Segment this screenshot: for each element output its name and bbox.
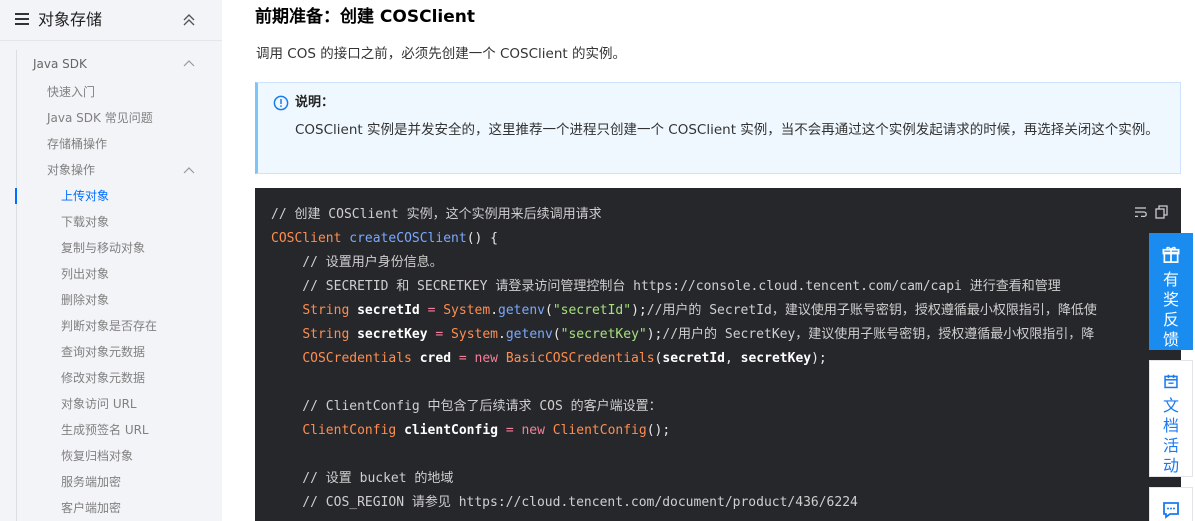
sidebar-item-faq[interactable]: Java SDK 常见问题 bbox=[47, 110, 153, 126]
sidebar-item-java-sdk[interactable]: Java SDK bbox=[33, 56, 87, 72]
code-line: String secretId = System.getenv("secretI… bbox=[302, 303, 1097, 318]
sidebar-item-server-encryption[interactable]: 服务端加密 bbox=[61, 474, 121, 490]
code-toolbar bbox=[1135, 205, 1168, 219]
gift-icon bbox=[1162, 246, 1180, 263]
note-body: COSClient 实例是并发安全的，这里推荐一个进程只创建一个 COSClie… bbox=[295, 122, 1159, 138]
sidebar-item-object-url[interactable]: 对象访问 URL bbox=[61, 396, 137, 412]
chat-icon bbox=[1163, 502, 1179, 519]
sidebar-item-modify-metadata[interactable]: 修改对象元数据 bbox=[61, 370, 145, 386]
code-line: String secretKey = System.getenv("secret… bbox=[302, 327, 1095, 342]
copy-icon[interactable] bbox=[1155, 205, 1168, 219]
tree-guide-line bbox=[16, 50, 17, 521]
sidebar-item-list-objects[interactable]: 列出对象 bbox=[61, 266, 109, 282]
sidebar-item-copy-move[interactable]: 复制与移动对象 bbox=[61, 240, 145, 256]
main-content: 前期准备：创建 COSClient 调用 COS 的接口之前，必须先创建一个 C… bbox=[222, 0, 1195, 521]
sidebar-item-client-encryption[interactable]: 客户端加密 bbox=[61, 500, 121, 516]
sidebar-header: 对象存储 bbox=[0, 0, 222, 40]
sidebar-divider bbox=[0, 40, 222, 41]
chevron-up-icon[interactable] bbox=[183, 59, 195, 67]
code-line: // ClientConfig 中包含了后续请求 COS 的客户端设置： bbox=[271, 399, 662, 414]
active-indicator bbox=[15, 188, 17, 204]
code-line: // 设置 bucket 的地域 bbox=[271, 471, 454, 486]
note-label: 说明： bbox=[295, 95, 335, 110]
sidebar-item-download-object[interactable]: 下载对象 bbox=[61, 214, 109, 230]
info-icon bbox=[273, 95, 289, 111]
sidebar-item-delete-object[interactable]: 删除对象 bbox=[61, 292, 109, 308]
sidebar-item-query-metadata[interactable]: 查询对象元数据 bbox=[61, 344, 145, 360]
doc-activity-button[interactable]: 文档活动 bbox=[1149, 360, 1193, 477]
feedback-label: 有奖反馈 bbox=[1162, 270, 1179, 349]
code-content: // 创建 COSClient 实例，这个实例用来后续调用请求 COSClien… bbox=[271, 203, 1097, 515]
chat-button[interactable] bbox=[1149, 487, 1193, 521]
code-line: // 设置用户身份信息。 bbox=[271, 255, 443, 270]
note-box: 说明： COSClient 实例是并发安全的，这里推荐一个进程只创建一个 COS… bbox=[255, 82, 1181, 174]
intro-text: 调用 COS 的接口之前，必须先创建一个 COSClient 的实例。 bbox=[256, 46, 626, 62]
section-heading: 前期准备：创建 COSClient bbox=[255, 7, 475, 27]
code-line: ClientConfig clientConfig = new ClientCo… bbox=[302, 423, 671, 438]
sidebar-item-object-exists[interactable]: 判断对象是否存在 bbox=[61, 318, 157, 334]
code-line: // SECRETID 和 SECRETKEY 请登录访问管理控制台 https… bbox=[271, 279, 1061, 294]
wrap-lines-icon[interactable] bbox=[1135, 207, 1147, 218]
sidebar-item-presigned-url[interactable]: 生成预签名 URL bbox=[61, 422, 149, 438]
doc-activity-label: 文档活动 bbox=[1162, 396, 1179, 475]
calendar-icon bbox=[1164, 374, 1178, 389]
sidebar-item-restore-archive[interactable]: 恢复归档对象 bbox=[61, 448, 133, 464]
code-block: // 创建 COSClient 实例，这个实例用来后续调用请求 COSClien… bbox=[255, 188, 1181, 521]
chevron-up-icon[interactable] bbox=[183, 166, 195, 174]
sidebar-item-quickstart[interactable]: 快速入门 bbox=[47, 84, 95, 100]
code-line: // 创建 COSClient 实例，这个实例用来后续调用请求 bbox=[271, 207, 602, 222]
double-chevron-up-icon[interactable] bbox=[181, 12, 197, 28]
sidebar: 对象存储 Java SDK 快速入门 Java SDK 常见问题 存储桶操作 对… bbox=[0, 0, 222, 521]
sidebar-item-bucket-ops[interactable]: 存储桶操作 bbox=[47, 136, 107, 152]
sidebar-title: 对象存储 bbox=[38, 10, 103, 29]
code-line: // COS_REGION 请参见 https://cloud.tencent.… bbox=[271, 495, 858, 510]
sidebar-item-upload-object[interactable]: 上传对象 bbox=[61, 188, 109, 204]
sidebar-item-object-ops[interactable]: 对象操作 bbox=[47, 162, 95, 178]
code-line: COSClient createCOSClient() { bbox=[271, 231, 498, 246]
feedback-button[interactable]: 有奖反馈 bbox=[1149, 233, 1193, 350]
menu-icon[interactable] bbox=[15, 13, 29, 25]
code-line: COSCredentials cred = new BasicCOSCreden… bbox=[302, 351, 827, 366]
